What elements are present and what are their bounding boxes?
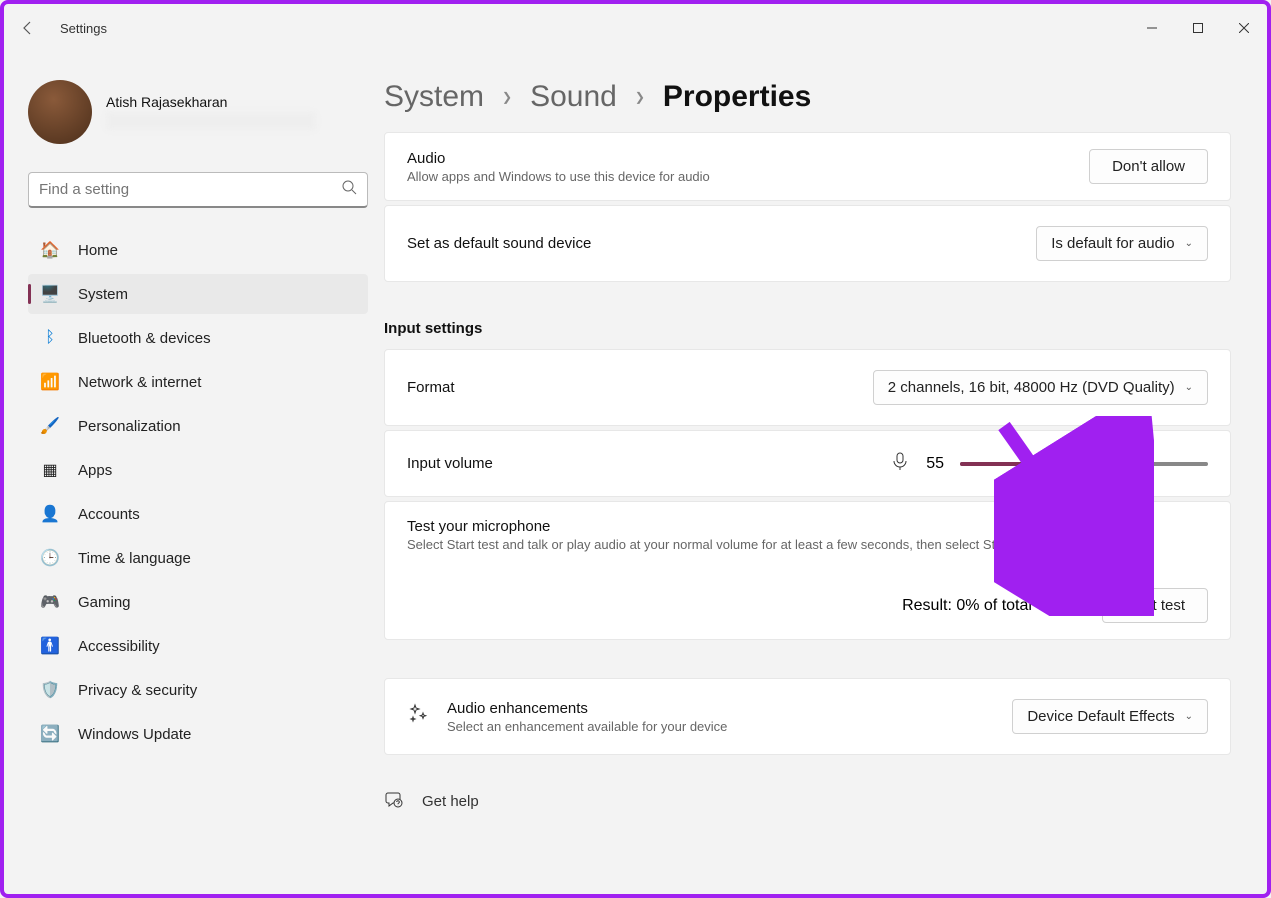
accessibility-icon: 🚹 [40, 636, 60, 656]
input-volume-slider[interactable] [960, 462, 1208, 466]
format-title: Format [407, 379, 855, 396]
input-settings-header: Input settings [384, 320, 1231, 337]
titlebar: Settings [4, 4, 1267, 52]
sidebar-item-label: Accounts [78, 506, 140, 523]
audio-title: Audio [407, 150, 1071, 167]
sidebar-item-bluetooth-devices[interactable]: ᛒ Bluetooth & devices [28, 318, 368, 358]
gaming-icon: 🎮 [40, 592, 60, 612]
audio-card: Audio Allow apps and Windows to use this… [384, 132, 1231, 201]
sidebar: Atish Rajasekharan 🏠 Home 🖥️ System ᛒ Bluetoo… [4, 52, 384, 894]
system-icon: 🖥️ [40, 284, 60, 304]
user-name: Atish Rajasekharan [106, 94, 316, 110]
default-device-dropdown[interactable]: Is default for audio ⌄ [1036, 226, 1208, 261]
windows-update-icon: 🔄 [40, 724, 60, 744]
default-device-value: Is default for audio [1051, 235, 1174, 252]
network-internet-icon: 📶 [40, 372, 60, 392]
sidebar-item-gaming[interactable]: 🎮 Gaming [28, 582, 368, 622]
maximize-button[interactable] [1175, 12, 1221, 44]
close-button[interactable] [1221, 12, 1267, 44]
enhance-title: Audio enhancements [447, 700, 994, 717]
breadcrumb-properties: Properties [663, 80, 811, 114]
bluetooth-devices-icon: ᛒ [40, 328, 60, 348]
sidebar-item-accounts[interactable]: 👤 Accounts [28, 494, 368, 534]
get-help-label: Get help [422, 793, 479, 810]
breadcrumb-system[interactable]: System [384, 80, 484, 114]
sidebar-item-apps[interactable]: ▦ Apps [28, 450, 368, 490]
back-button[interactable] [4, 20, 52, 36]
audio-enhancements-card: Audio enhancements Select an enhancement… [384, 678, 1231, 755]
sidebar-item-windows-update[interactable]: 🔄 Windows Update [28, 714, 368, 754]
chevron-down-icon: ⌄ [1185, 382, 1193, 393]
test-mic-result: Result: 0% of total volume [902, 597, 1088, 615]
sidebar-item-label: Personalization [78, 418, 181, 435]
window-controls [1129, 12, 1267, 44]
sidebar-item-label: Apps [78, 462, 112, 479]
chevron-down-icon: ⌄ [1185, 238, 1193, 249]
personalization-icon: 🖌️ [40, 416, 60, 436]
minimize-button[interactable] [1129, 12, 1175, 44]
start-test-button[interactable]: Start test [1102, 588, 1208, 623]
get-help-link[interactable]: Get help [384, 789, 1231, 813]
format-value: 2 channels, 16 bit, 48000 Hz (DVD Qualit… [888, 379, 1175, 396]
sidebar-item-home[interactable]: 🏠 Home [28, 230, 368, 270]
sidebar-item-label: Accessibility [78, 638, 160, 655]
sidebar-item-label: Gaming [78, 594, 131, 611]
avatar [28, 80, 92, 144]
sidebar-item-system[interactable]: 🖥️ System [28, 274, 368, 314]
default-device-title: Set as default sound device [407, 235, 1018, 252]
sidebar-item-label: System [78, 286, 128, 303]
input-volume-value: 55 [926, 455, 944, 473]
dont-allow-button[interactable]: Don't allow [1089, 149, 1208, 184]
sidebar-item-label: Bluetooth & devices [78, 330, 211, 347]
home-icon: 🏠 [40, 240, 60, 260]
sidebar-item-label: Home [78, 242, 118, 259]
sidebar-item-label: Time & language [78, 550, 191, 567]
audio-sub: Allow apps and Windows to use this devic… [407, 169, 1071, 184]
input-volume-card: Input volume 55 [384, 430, 1231, 497]
sidebar-item-network-internet[interactable]: 📶 Network & internet [28, 362, 368, 402]
breadcrumb: System ❯ Sound ❯ Properties [384, 80, 1231, 114]
app-title: Settings [60, 21, 107, 36]
sidebar-item-personalization[interactable]: 🖌️ Personalization [28, 406, 368, 446]
sidebar-item-time-language[interactable]: 🕒 Time & language [28, 538, 368, 578]
accounts-icon: 👤 [40, 504, 60, 524]
search-icon [341, 179, 357, 200]
test-mic-sub: Select Start test and talk or play audio… [407, 537, 1208, 552]
enhancements-value: Device Default Effects [1027, 708, 1174, 725]
chevron-right-icon: ❯ [502, 90, 512, 104]
test-mic-title: Test your microphone [407, 518, 1208, 535]
apps-icon: ▦ [40, 460, 60, 480]
privacy-security-icon: 🛡️ [40, 680, 60, 700]
slider-thumb[interactable] [1086, 454, 1106, 474]
nav-list: 🏠 Home 🖥️ System ᛒ Bluetooth & devices 📶 Networ… [28, 230, 368, 754]
sidebar-item-label: Network & internet [78, 374, 201, 391]
format-card: Format 2 channels, 16 bit, 48000 Hz (DVD… [384, 349, 1231, 426]
sidebar-item-label: Windows Update [78, 726, 191, 743]
chevron-down-icon: ⌄ [1185, 711, 1193, 722]
enhancements-dropdown[interactable]: Device Default Effects ⌄ [1012, 699, 1208, 734]
breadcrumb-sound[interactable]: Sound [530, 80, 617, 114]
search-box[interactable] [28, 172, 368, 208]
default-device-card: Set as default sound device Is default f… [384, 205, 1231, 282]
content: System ❯ Sound ❯ Properties Audio Allow … [384, 52, 1267, 894]
enhance-sub: Select an enhancement available for your… [447, 719, 994, 734]
test-microphone-card: Test your microphone Select Start test a… [384, 501, 1231, 640]
sidebar-item-accessibility[interactable]: 🚹 Accessibility [28, 626, 368, 666]
time-language-icon: 🕒 [40, 548, 60, 568]
format-dropdown[interactable]: 2 channels, 16 bit, 48000 Hz (DVD Qualit… [873, 370, 1208, 405]
user-email-redacted [106, 112, 316, 130]
help-icon [384, 789, 404, 813]
input-volume-title: Input volume [407, 455, 872, 472]
sidebar-item-privacy-security[interactable]: 🛡️ Privacy & security [28, 670, 368, 710]
chevron-right-icon: ❯ [635, 90, 645, 104]
microphone-icon [890, 451, 910, 476]
user-card[interactable]: Atish Rajasekharan [28, 80, 368, 144]
search-input[interactable] [39, 181, 341, 198]
sidebar-item-label: Privacy & security [78, 682, 197, 699]
sparkle-icon [407, 703, 429, 730]
